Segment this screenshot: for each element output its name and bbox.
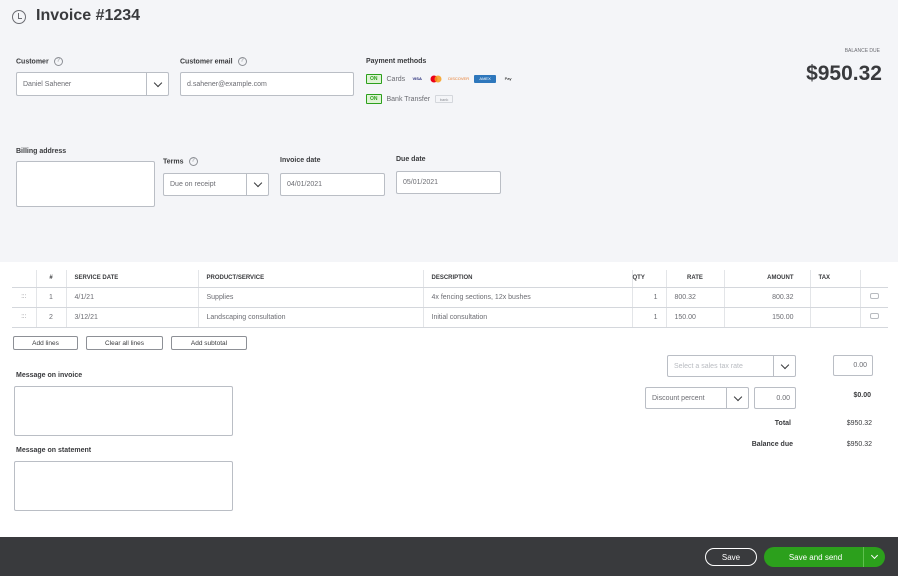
delete-icon[interactable] [869, 293, 879, 299]
table-header-row: # SERVICE DATE PRODUCT/SERVICE DESCRIPTI… [12, 270, 888, 288]
payment-bank-row: ON Bank Transfer bank [366, 94, 454, 104]
balance-due-summary-value: $950.32 [846, 441, 872, 448]
help-icon[interactable]: ? [237, 57, 247, 66]
save-button[interactable]: Save [705, 548, 757, 566]
drag-handle-icon[interactable]: ::: [12, 307, 36, 328]
amex-icon: AMEX [474, 75, 497, 83]
chevron-down-icon[interactable] [863, 547, 885, 567]
add-lines-button[interactable]: Add lines [13, 336, 78, 350]
message-on-invoice-field[interactable] [14, 386, 233, 436]
customer-value: Daniel Sahener [23, 80, 72, 88]
balance-due-label: BALANCE DUE [844, 48, 880, 54]
bank-transfer-toggle[interactable]: ON [366, 94, 382, 104]
col-product-service: PRODUCT/SERVICE [197, 270, 423, 288]
invoice-date-label: Invoice date [280, 157, 321, 164]
discount-amount: $0.00 [853, 392, 871, 399]
discount-input[interactable]: 0.00 [754, 387, 796, 409]
bank-transfer-label: Bank Transfer [386, 95, 431, 103]
total-value: $950.32 [846, 420, 872, 427]
col-tax: TAX [809, 270, 860, 288]
billing-address-label: Billing address [16, 148, 67, 155]
discover-icon: DISCOVER [448, 76, 470, 81]
balance-due-amount: $950.32 [806, 62, 882, 85]
message-on-statement-label: Message on statement [16, 447, 92, 454]
payment-cards-row: ON Cards VISA DISCOVER AMEX Pay [366, 74, 515, 84]
help-icon[interactable]: ? [188, 157, 198, 166]
due-date-label: Due date [396, 156, 426, 163]
table-row[interactable]: ::: 2 3/12/21 Landscaping consultation I… [12, 307, 888, 328]
delete-icon[interactable] [869, 313, 879, 319]
visa-icon: VISA [412, 76, 422, 81]
due-date-field[interactable]: 05/01/2021 [396, 171, 501, 194]
drag-handle-icon[interactable]: ::: [12, 287, 36, 308]
apple-pay-icon: Pay [504, 76, 512, 81]
save-and-send-button[interactable]: Save and send [764, 547, 885, 567]
discount-type-select[interactable]: Discount percent [645, 387, 749, 409]
total-label: Total [774, 420, 791, 427]
col-qty: QTY [631, 270, 666, 288]
invoice-date-field[interactable]: 04/01/2021 [280, 173, 385, 196]
customer-email-field[interactable]: d.sahener@example.com [180, 72, 354, 96]
invoice-header-panel [0, 0, 898, 262]
col-amount: AMOUNT [723, 270, 810, 288]
line-items-table: # SERVICE DATE PRODUCT/SERVICE DESCRIPTI… [12, 270, 888, 328]
sales-tax-select[interactable]: Select a sales tax rate [667, 355, 796, 377]
billing-address-field[interactable] [16, 161, 155, 207]
message-on-invoice-label: Message on invoice [16, 372, 83, 379]
message-on-statement-field[interactable] [14, 461, 233, 511]
customer-select[interactable]: Daniel Sahener [16, 72, 169, 96]
customer-label: Customer? [16, 57, 63, 66]
table-row[interactable]: ::: 1 4/1/21 Supplies 4x fencing section… [12, 287, 888, 308]
chevron-down-icon[interactable] [246, 174, 268, 195]
sales-tax-amount-field[interactable]: 0.00 [833, 355, 873, 376]
page-title: Invoice #1234 [36, 7, 141, 24]
cards-label: Cards [386, 75, 406, 83]
chevron-down-icon[interactable] [146, 73, 168, 95]
chevron-down-icon[interactable] [726, 388, 748, 408]
help-icon[interactable]: ? [53, 57, 63, 66]
col-service-date: SERVICE DATE [65, 270, 198, 288]
add-subtotal-button[interactable]: Add subtotal [171, 336, 247, 350]
col-number: # [35, 270, 66, 288]
chevron-down-icon[interactable] [773, 356, 795, 376]
cards-toggle[interactable]: ON [366, 74, 382, 84]
terms-label: Terms? [163, 157, 198, 166]
bank-icon: bank [435, 95, 454, 103]
customer-email-label: Customer email? [180, 57, 247, 66]
mastercard-icon [429, 75, 443, 83]
balance-due-summary-label: Balance due [751, 441, 793, 448]
clear-all-lines-button[interactable]: Clear all lines [86, 336, 163, 350]
payment-methods-label: Payment methods [366, 58, 427, 65]
history-icon[interactable] [12, 10, 26, 24]
terms-select[interactable]: Due on receipt [163, 173, 269, 196]
col-description: DESCRIPTION [422, 270, 632, 288]
col-rate: RATE [665, 270, 724, 288]
